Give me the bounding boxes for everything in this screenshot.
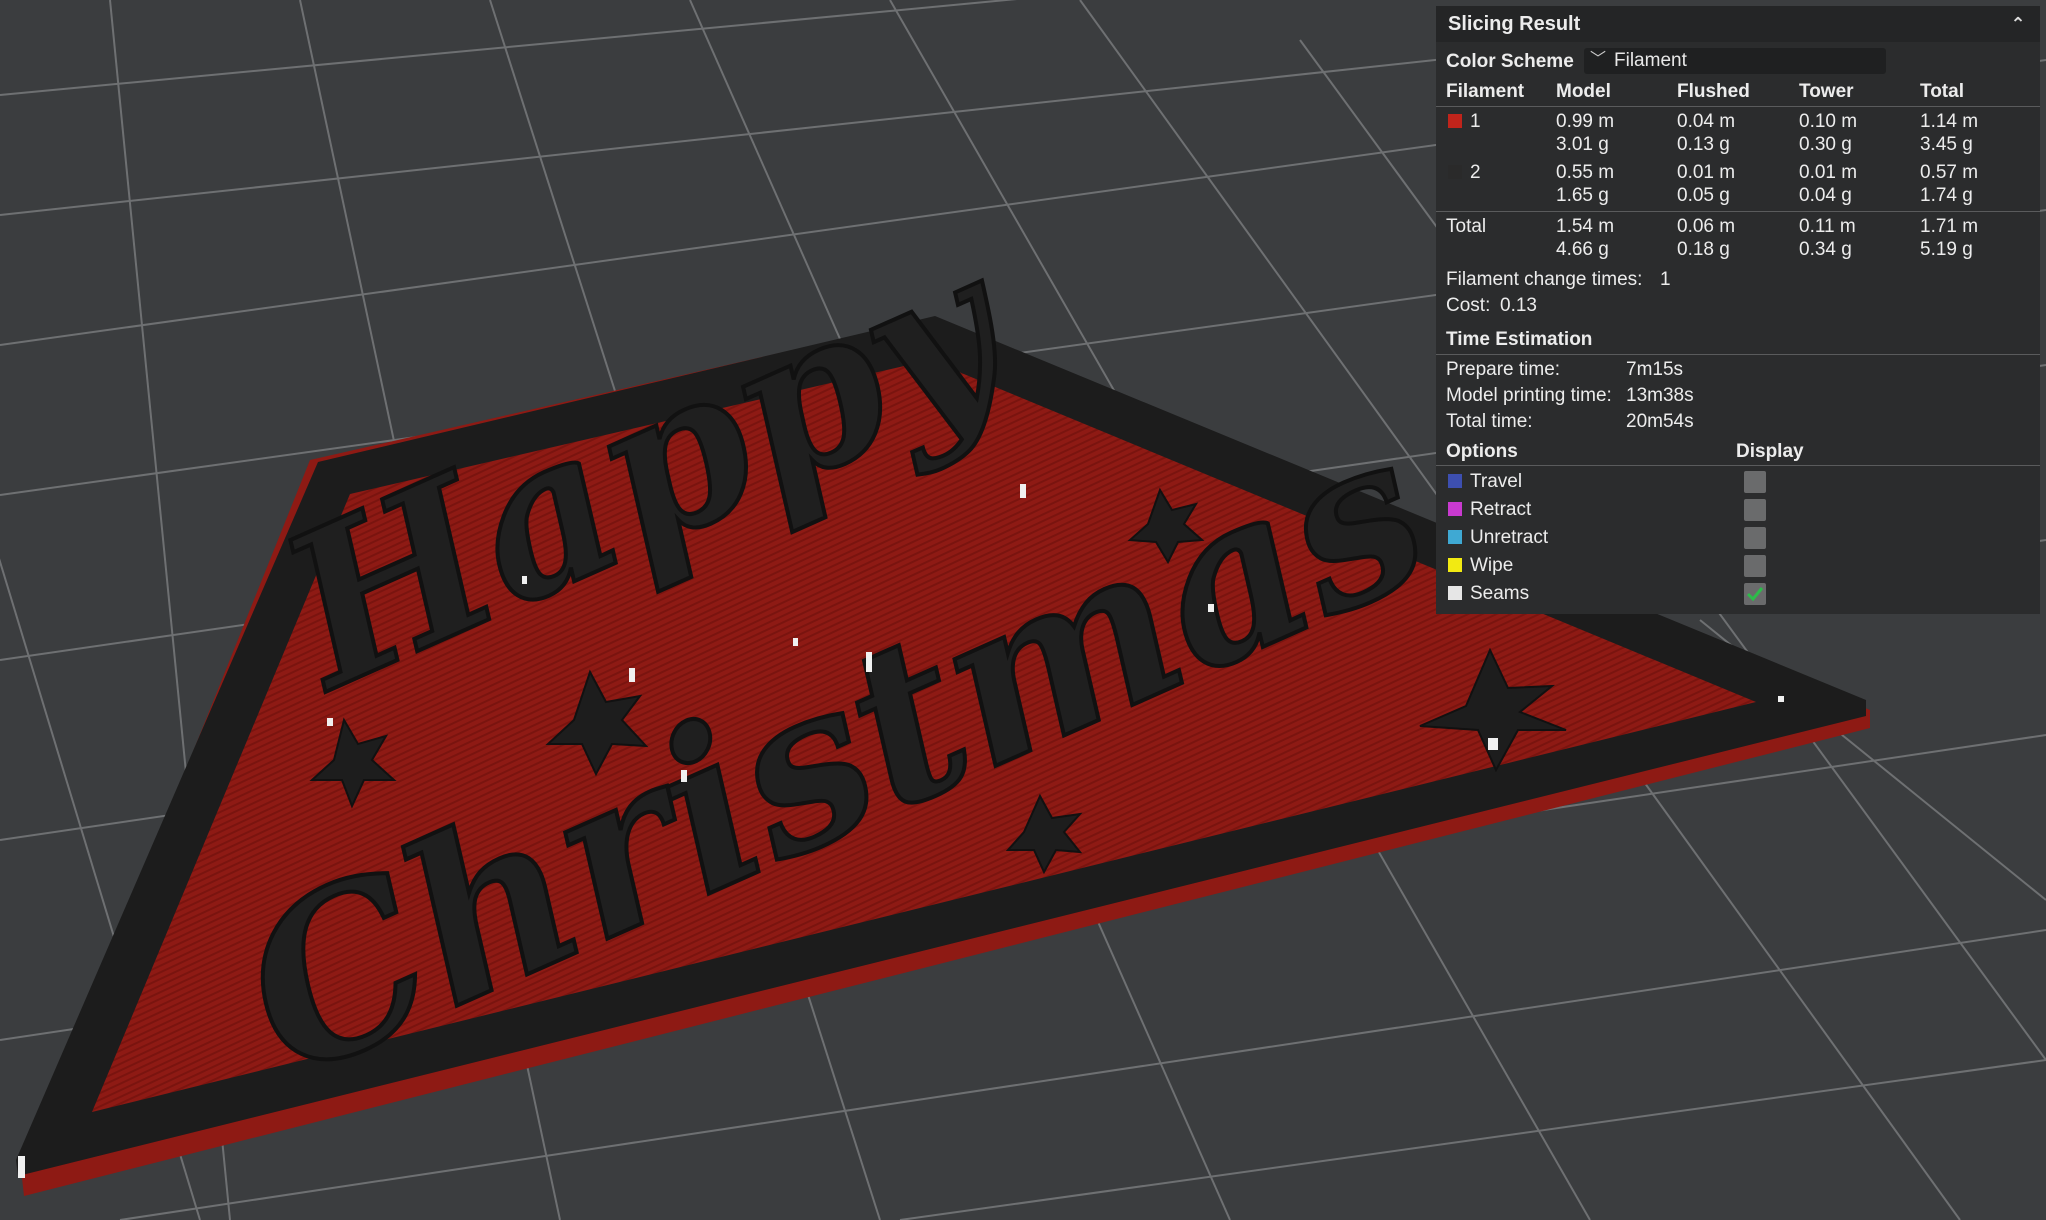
- filament-1-flushed-length: 0.04 m: [1677, 111, 1736, 132]
- cost-value: 0.13: [1500, 295, 1537, 316]
- total-total-weight: 5.19 g: [1920, 239, 1973, 260]
- filament-2-total-weight: 1.74 g: [1920, 185, 1973, 206]
- retract-display-checkbox[interactable]: [1744, 499, 1766, 521]
- wipe-display-checkbox[interactable]: [1744, 555, 1766, 577]
- unretract-display-checkbox[interactable]: [1744, 527, 1766, 549]
- prepare-time-label: Prepare time:: [1446, 359, 1561, 380]
- model-printing-time-value: 13m38s: [1626, 385, 1694, 406]
- divider: [1436, 354, 2040, 355]
- prepare-time-value: 7m15s: [1626, 359, 1684, 380]
- col-header-total: Total: [1920, 81, 1964, 102]
- filament-change-value: 1: [1660, 269, 1671, 290]
- time-estimation-title: Time Estimation: [1446, 329, 1593, 350]
- col-header-model: Model: [1556, 81, 1611, 102]
- filament-1-model-length: 0.99 m: [1556, 111, 1615, 132]
- option-unretract-label: Unretract: [1470, 527, 1549, 548]
- retract-swatch: [1448, 502, 1462, 516]
- filament-1-tower-length: 0.10 m: [1799, 111, 1858, 132]
- travel-display-checkbox[interactable]: [1744, 471, 1766, 493]
- filament-1-id: 1: [1470, 111, 1481, 132]
- seams-display-checkbox[interactable]: [1744, 583, 1766, 605]
- filament-1-model-weight: 3.01 g: [1556, 134, 1609, 155]
- unretract-swatch: [1448, 530, 1462, 544]
- cost-label: Cost:: [1446, 295, 1491, 316]
- display-title: Display: [1736, 441, 1804, 462]
- filament-2-flushed-length: 0.01 m: [1677, 162, 1736, 183]
- total-time-label: Total time:: [1446, 411, 1533, 432]
- chevron-down-icon: ﹀: [1590, 51, 1607, 68]
- divider: [1436, 211, 2040, 212]
- wipe-swatch: [1448, 558, 1462, 572]
- filament-2-id: 2: [1470, 162, 1481, 183]
- total-model-length: 1.54 m: [1556, 216, 1615, 237]
- filament-1-swatch: [1448, 114, 1462, 128]
- filament-1-total-weight: 3.45 g: [1920, 134, 1973, 155]
- slicing-result-panel: Slicing Result ⌃ Color Scheme ﹀ Filament…: [1436, 6, 2040, 614]
- divider: [1436, 465, 2040, 466]
- filament-2-flushed-weight: 0.05 g: [1677, 185, 1730, 206]
- total-tower-length: 0.11 m: [1799, 216, 1856, 237]
- col-header-flushed: Flushed: [1677, 81, 1750, 102]
- filament-2-swatch: [1448, 165, 1462, 179]
- option-retract-label: Retract: [1470, 499, 1532, 520]
- checkmark-icon: [1746, 587, 1764, 602]
- option-wipe-label: Wipe: [1470, 555, 1514, 576]
- color-scheme-value: Filament: [1614, 50, 1687, 71]
- panel-header: Slicing Result ⌃: [1436, 6, 2040, 42]
- col-header-tower: Tower: [1799, 81, 1854, 102]
- options-title: Options: [1446, 441, 1518, 462]
- filament-1-tower-weight: 0.30 g: [1799, 134, 1852, 155]
- color-scheme-dropdown[interactable]: ﹀ Filament: [1584, 48, 1886, 74]
- col-header-filament: Filament: [1446, 81, 1525, 102]
- filament-1-flushed-weight: 0.13 g: [1677, 134, 1730, 155]
- filament-2-tower-weight: 0.04 g: [1799, 185, 1852, 206]
- model-printing-time-label: Model printing time:: [1446, 385, 1612, 406]
- total-model-weight: 4.66 g: [1556, 239, 1609, 260]
- filament-1-total-length: 1.14 m: [1920, 111, 1979, 132]
- filament-2-model-weight: 1.65 g: [1556, 185, 1609, 206]
- panel-title: Slicing Result: [1448, 13, 1581, 35]
- option-seams-label: Seams: [1470, 583, 1530, 604]
- option-travel-label: Travel: [1470, 471, 1523, 492]
- travel-swatch: [1448, 474, 1462, 488]
- total-flushed-weight: 0.18 g: [1677, 239, 1730, 260]
- total-tower-weight: 0.34 g: [1799, 239, 1852, 260]
- seams-swatch: [1448, 586, 1462, 600]
- total-flushed-length: 0.06 m: [1677, 216, 1736, 237]
- filament-2-model-length: 0.55 m: [1556, 162, 1615, 183]
- total-total-length: 1.71 m: [1920, 216, 1979, 237]
- filament-2-total-length: 0.57 m: [1920, 162, 1979, 183]
- collapse-icon[interactable]: ⌃: [2004, 6, 2032, 42]
- total-row-label: Total: [1446, 216, 1487, 237]
- filament-change-label: Filament change times:: [1446, 269, 1643, 290]
- total-time-value: 20m54s: [1626, 411, 1694, 432]
- divider: [1436, 106, 2040, 107]
- filament-2-tower-length: 0.01 m: [1799, 162, 1858, 183]
- color-scheme-label: Color Scheme: [1446, 51, 1574, 72]
